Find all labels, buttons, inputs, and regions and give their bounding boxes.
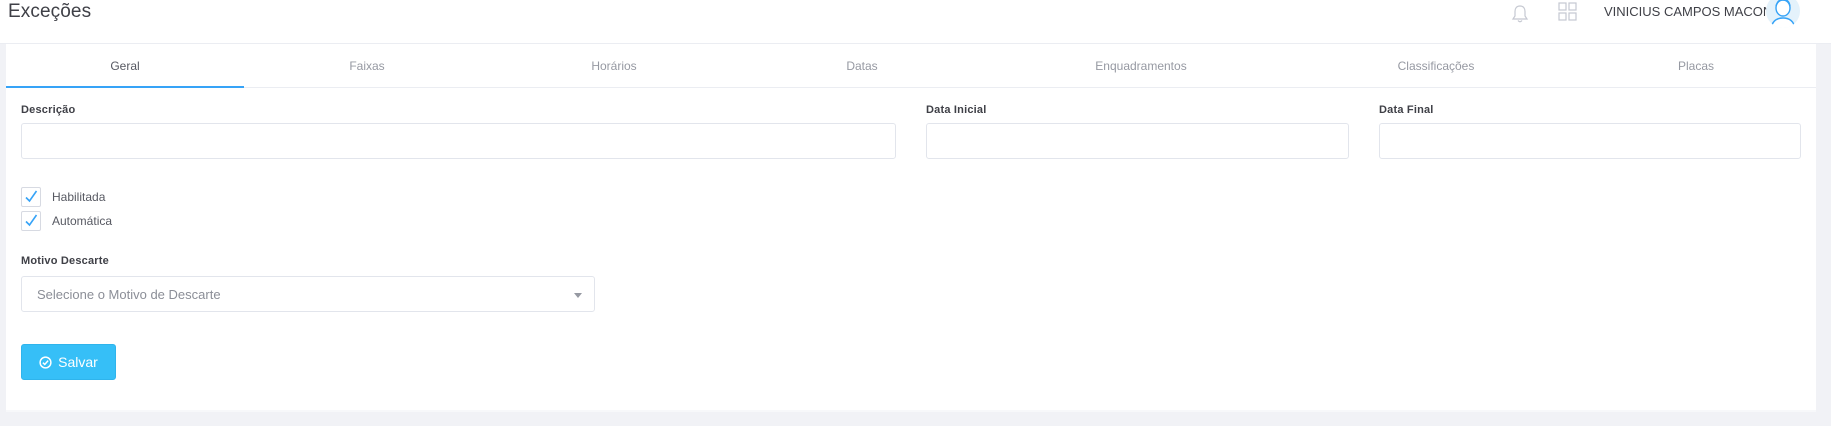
tab-placas[interactable]: Placas	[1576, 44, 1816, 88]
save-button[interactable]: Salvar	[21, 344, 116, 380]
chevron-down-icon	[574, 293, 582, 298]
data-final-input[interactable]	[1379, 123, 1801, 159]
page-title: Exceções	[8, 1, 92, 22]
tab-faixas[interactable]: Faixas	[244, 44, 490, 88]
tab-label: Classificações	[1397, 59, 1475, 73]
checkmark-icon	[25, 214, 38, 227]
automatica-checkbox[interactable]	[21, 211, 41, 231]
tab-classificacoes[interactable]: Classificações	[1296, 44, 1576, 88]
exceptions-form-card: Geral Faixas Horários Datas Enquadrament…	[6, 44, 1816, 410]
save-button-label: Salvar	[58, 354, 98, 370]
descricao-label: Descrição	[21, 104, 76, 116]
data-inicial-input[interactable]	[926, 123, 1349, 159]
tab-label: Faixas	[349, 59, 385, 73]
habilitada-label: Habilitada	[52, 190, 106, 204]
data-inicial-label: Data Inicial	[926, 104, 987, 116]
habilitada-checkbox[interactable]	[21, 187, 41, 207]
motivo-descarte-placeholder: Selecione o Motivo de Descarte	[37, 287, 221, 302]
tab-label: Horários	[591, 59, 637, 73]
active-tab-indicator	[6, 86, 244, 88]
data-final-label: Data Final	[1379, 104, 1434, 116]
automatica-label: Automática	[52, 214, 113, 228]
motivo-descarte-select[interactable]: Selecione o Motivo de Descarte	[21, 276, 595, 312]
descricao-input[interactable]	[21, 123, 896, 159]
tab-horarios[interactable]: Horários	[490, 44, 738, 88]
tabs-bar: Geral Faixas Horários Datas Enquadrament…	[6, 44, 1816, 88]
check-circle-icon	[39, 355, 52, 369]
checkmark-icon	[25, 190, 38, 203]
user-name[interactable]: VINICIUS CAMPOS MACON	[1604, 4, 1772, 19]
top-header: Exceções VINICIUS CAMPOS MACON	[0, 0, 1831, 44]
bell-icon[interactable]	[1510, 3, 1530, 25]
tab-label: Geral	[110, 59, 140, 73]
tab-label: Placas	[1677, 59, 1715, 73]
tab-geral[interactable]: Geral	[6, 44, 244, 88]
tab-datas[interactable]: Datas	[738, 44, 986, 88]
tab-label: Enquadramentos	[1095, 59, 1187, 73]
tab-enquadramentos[interactable]: Enquadramentos	[986, 44, 1296, 88]
user-avatar-icon[interactable]	[1766, 0, 1800, 28]
motivo-descarte-label: Motivo Descarte	[21, 255, 109, 267]
apps-grid-icon[interactable]	[1558, 2, 1578, 22]
tab-label: Datas	[846, 59, 878, 73]
